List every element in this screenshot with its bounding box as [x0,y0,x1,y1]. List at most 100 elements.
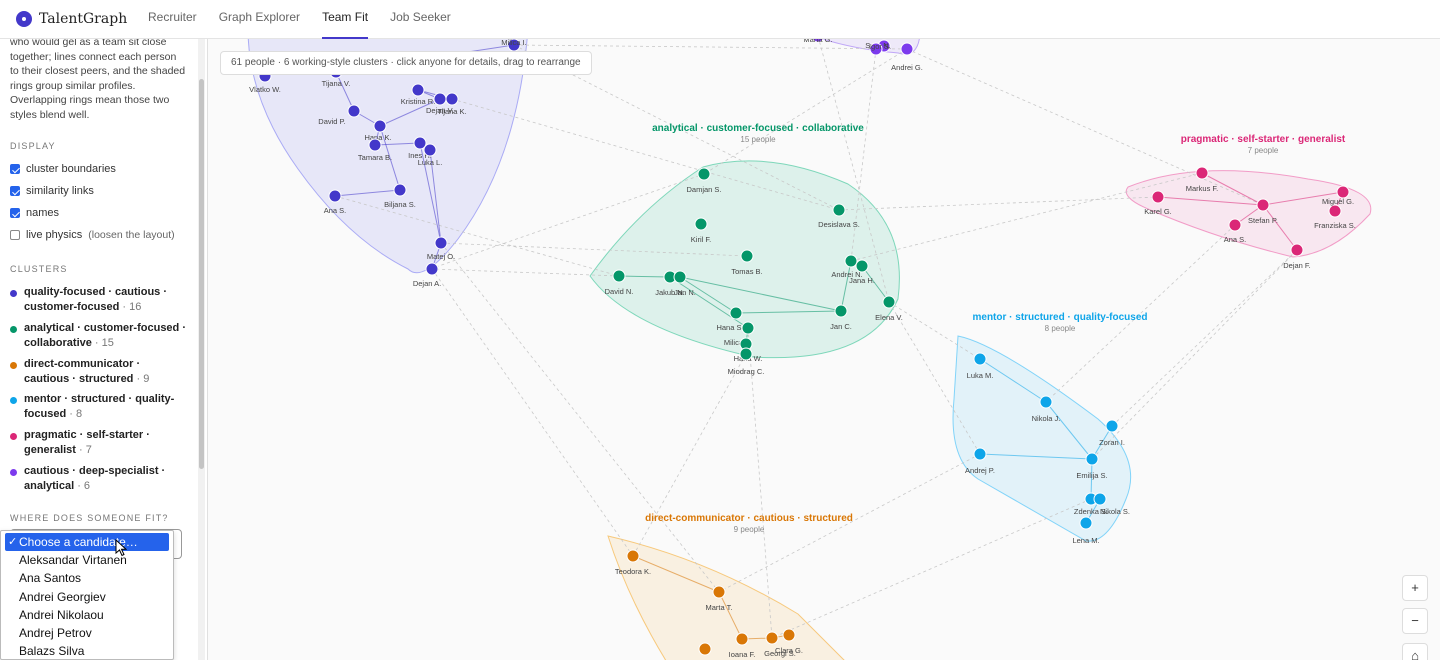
cluster-color-dot [10,326,17,333]
person-name-label: Karel G. [1144,207,1172,216]
cluster-color-dot [10,362,17,369]
person-node [612,269,626,283]
cluster-name: cautious · deep-specialist · analytical [24,465,166,492]
option-names[interactable]: names [10,207,59,219]
cluster-color-dot [10,469,17,476]
cluster-item-analytical[interactable]: analytical · customer-focused · collabor… [10,321,186,351]
person-name-label: Nikola S. [1100,507,1130,516]
cluster-item-mentor[interactable]: mentor · structured · quality-focused · … [10,392,186,422]
checkbox-checked-icon[interactable] [10,208,20,218]
person-node [834,304,848,318]
intro-text: who would gel as a team sit close togeth… [10,39,186,121]
cluster-color-dot [10,397,17,404]
person-name-label: Marta T. [706,603,733,612]
option-similarity-links[interactable]: similarity links [10,185,94,197]
person-node [1105,419,1119,433]
cluster-title: pragmatic · self-starter · generalist [1181,134,1346,145]
dropdown-option[interactable]: Aleksandar Virtanen [1,551,173,569]
display-heading: DISPLAY [10,141,56,151]
cluster-title: analytical · customer-focused · collabor… [652,123,864,134]
person-node [373,119,387,133]
brand[interactable]: TalentGraph [16,11,148,27]
cluster-name: direct-communicator · cautious · structu… [24,358,141,385]
person-name-label: Ana S. [1224,235,1247,244]
person-node [423,143,437,157]
person-node [1256,198,1270,212]
person-name-label: Miodrag C. [728,367,765,376]
cluster-name: quality-focused · cautious · customer-fo… [24,286,168,313]
sidebar-scrollbar-thumb[interactable] [199,79,204,469]
nav-graph-explorer[interactable]: Graph Explorer [219,0,300,39]
option-label: names [26,207,60,219]
person-node [735,632,749,646]
dropdown-option-placeholder[interactable]: ✓ Choose a candidate… [5,533,169,552]
person-node [844,254,858,268]
similarity-link [838,196,1159,211]
person-name-label: Zoran I. [1099,438,1125,447]
zoom-out-button[interactable]: − [1402,608,1428,634]
person-name-label: Elena V. [875,313,903,322]
person-name-label: Igor S. [869,42,891,51]
person-name-label: Vlatko W. [249,85,281,94]
person-node [433,92,447,106]
person-name-label: Matej O. [427,252,455,261]
person-name-label: Tijana V. [322,79,351,88]
home-icon[interactable]: ⌂ [1402,643,1428,660]
person-node [741,321,755,335]
person-node [694,217,708,231]
dropdown-option[interactable]: Balazs Silva [1,642,173,659]
person-node [855,259,869,273]
dropdown-option[interactable]: Andrej Petrov [1,624,173,642]
person-node [347,104,361,118]
cluster-item-pragmatic[interactable]: pragmatic · self-starter · generalist · … [10,428,186,458]
team-fit-graph[interactable]: Milica I. Vlatko W. Tijana V. Dejan V. David… [208,39,1440,660]
cluster-name: mentor · structured · quality-focused [24,393,175,420]
person-name-label: Milica I. [501,39,526,47]
similarity-link [888,301,981,360]
candidate-dropdown-menu: ✓ Choose a candidate… Aleksandar Virtanen… [0,530,174,660]
graph-canvas[interactable]: Milica I.Vlatko W.Tijana V.Dejan V.David… [208,39,1440,660]
checkbox-checked-icon[interactable] [10,164,20,174]
person-name-label: Hana S. [716,323,743,332]
person-name-label: Tamara B. [358,153,392,162]
dropdown-option[interactable]: Ana Santos [1,569,173,587]
checkbox-unchecked-icon[interactable] [10,230,20,240]
cluster-size-label: 15 people [740,135,776,144]
person-node [1328,204,1342,218]
nav-recruiter[interactable]: Recruiter [148,0,197,39]
person-name-label: Luka M. [967,371,994,380]
top-navigation-bar: TalentGraph Recruiter Graph Explorer Tea… [0,0,1440,39]
person-node [1195,166,1209,180]
person-node [832,203,846,217]
cluster-item-quality-focused[interactable]: quality-focused · cautious · customer-fo… [10,285,186,315]
cluster-item-cautious[interactable]: cautious · deep-specialist · analytical … [10,464,186,494]
person-node [739,347,753,361]
nav-team-fit[interactable]: Team Fit [322,0,369,39]
cluster-item-direct-communicator[interactable]: direct-communicator · cautious · structu… [10,357,186,387]
person-node [1228,218,1242,232]
option-live-physics[interactable]: live physics (loosen the layout) [10,229,175,241]
dropdown-option[interactable]: Andrei Georgiev [1,588,173,606]
person-node [393,183,407,197]
person-name-label: Tomas B. [731,267,762,276]
person-node [973,447,987,461]
similarity-link [451,98,840,211]
person-node [1093,492,1107,506]
person-name-label: Ana S. [324,206,347,215]
dropdown-option[interactable]: Andrei Nikolaou [1,606,173,624]
person-name-label: David P. [318,117,345,126]
person-name-label: David N. [605,287,634,296]
similarity-link [906,48,1264,206]
person-name-label: Jana H. [849,276,875,285]
cluster-count: 15 [101,337,114,349]
cluster-size-label: 9 people [734,525,765,534]
cluster-count: 9 [143,373,150,385]
option-cluster-boundaries[interactable]: cluster boundaries [10,163,116,175]
checkbox-checked-icon[interactable] [10,186,20,196]
nav-job-seeker[interactable]: Job Seeker [390,0,451,39]
zoom-in-button[interactable]: + [1402,575,1428,601]
cluster-size-label: 7 people [1248,146,1279,155]
person-node [1039,395,1053,409]
person-name-label: Tijana K. [437,107,466,116]
person-node [900,42,914,56]
